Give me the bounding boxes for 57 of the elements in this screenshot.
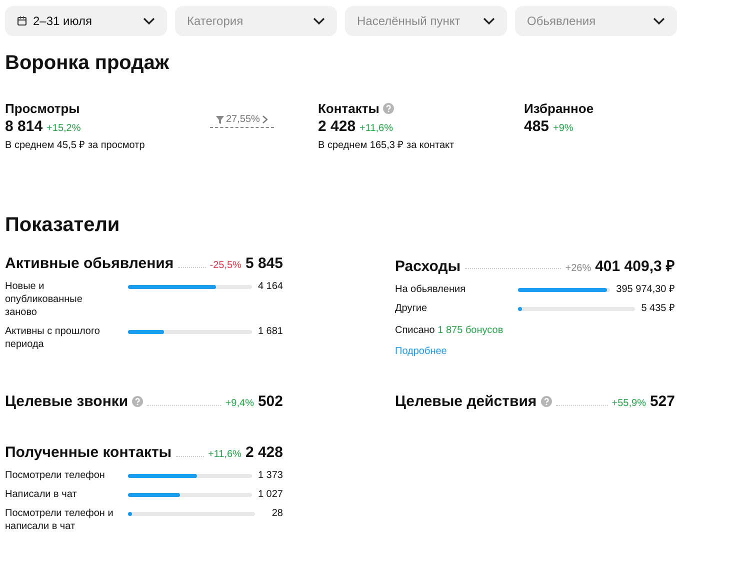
block-value: 527: [650, 393, 675, 410]
row-value: 1 373: [258, 469, 283, 482]
metric-value: 485: [524, 118, 550, 135]
filter-dropdown[interactable]: 2–31 июля: [5, 6, 167, 36]
block-value: 502: [258, 393, 283, 410]
row-label: Посмотрели телефон: [5, 469, 106, 482]
row-label: На обьявления: [395, 283, 466, 296]
change-percent: +9,4%: [225, 398, 254, 409]
filter-dropdown[interactable]: Категория: [175, 6, 337, 36]
row-value: 1 681: [258, 325, 283, 338]
block-title: Целевые звонки: [5, 393, 128, 410]
section-title: Показатели: [5, 214, 121, 237]
chevron-down-icon: [313, 17, 325, 25]
block-title: Активные обьявления: [5, 255, 174, 272]
filter-icon: [216, 116, 224, 124]
metric-note: В среднем 45,5 ₽ за просмотр: [5, 139, 146, 151]
chevron-down-icon: [653, 17, 665, 25]
metric-name: Контакты: [318, 101, 380, 116]
change-percent: +15,2%: [46, 123, 81, 134]
row-value: 5 435 ₽: [641, 302, 675, 315]
bonus-amount: 1 875 бонусов: [438, 325, 504, 336]
row-value: 395 974,30 ₽: [616, 283, 675, 296]
filter-dropdown[interactable]: Населённый пункт: [345, 6, 507, 36]
row-label: Посмотрели телефон и написали в чат: [5, 507, 114, 533]
row-value: 28: [270, 507, 283, 520]
chevron-down-icon: [143, 17, 155, 25]
row-label: Написали в чат: [5, 488, 78, 501]
metric-name: Избранное: [524, 101, 594, 116]
chevron-right-icon: [262, 115, 268, 124]
change-percent: -25,5%: [210, 260, 242, 271]
block-value: 5 845: [245, 255, 283, 272]
block-title: Целевые действия: [395, 393, 537, 410]
block-title: Полученные контакты: [5, 444, 172, 461]
block-title: Расходы: [395, 258, 461, 275]
row-label: Новые и опубликованные заново: [5, 280, 84, 319]
filter-dropdown[interactable]: Обьявления: [515, 6, 677, 36]
metric-value: 8 814: [5, 118, 43, 135]
row-label: Активны с прошлого периода: [5, 325, 101, 351]
row-label: Другие: [395, 302, 428, 315]
change-percent: +11,6%: [208, 449, 242, 460]
change-percent: +55,9%: [612, 398, 646, 409]
details-link[interactable]: Подробнее: [395, 346, 447, 357]
metric-note: В среднем 165,3 ₽ за контакт: [318, 139, 456, 151]
conversion-link[interactable]: 27,55%: [210, 113, 274, 128]
change-percent: +9%: [553, 123, 574, 134]
written-off-label: Списано: [395, 325, 436, 336]
calendar-icon: [17, 16, 27, 26]
row-value: 4 164: [258, 280, 283, 293]
row-value: 1 027: [258, 488, 283, 501]
section-title: Воронка продаж: [5, 52, 170, 75]
change-percent: +26%: [565, 263, 592, 274]
chevron-down-icon: [483, 17, 495, 25]
block-value: 2 428: [245, 444, 283, 461]
block-value: 401 409,3 ₽: [595, 257, 675, 275]
metric-value: 2 428: [318, 118, 356, 135]
metric-name: Просмотры: [5, 101, 80, 116]
change-percent: +11,6%: [360, 123, 393, 134]
